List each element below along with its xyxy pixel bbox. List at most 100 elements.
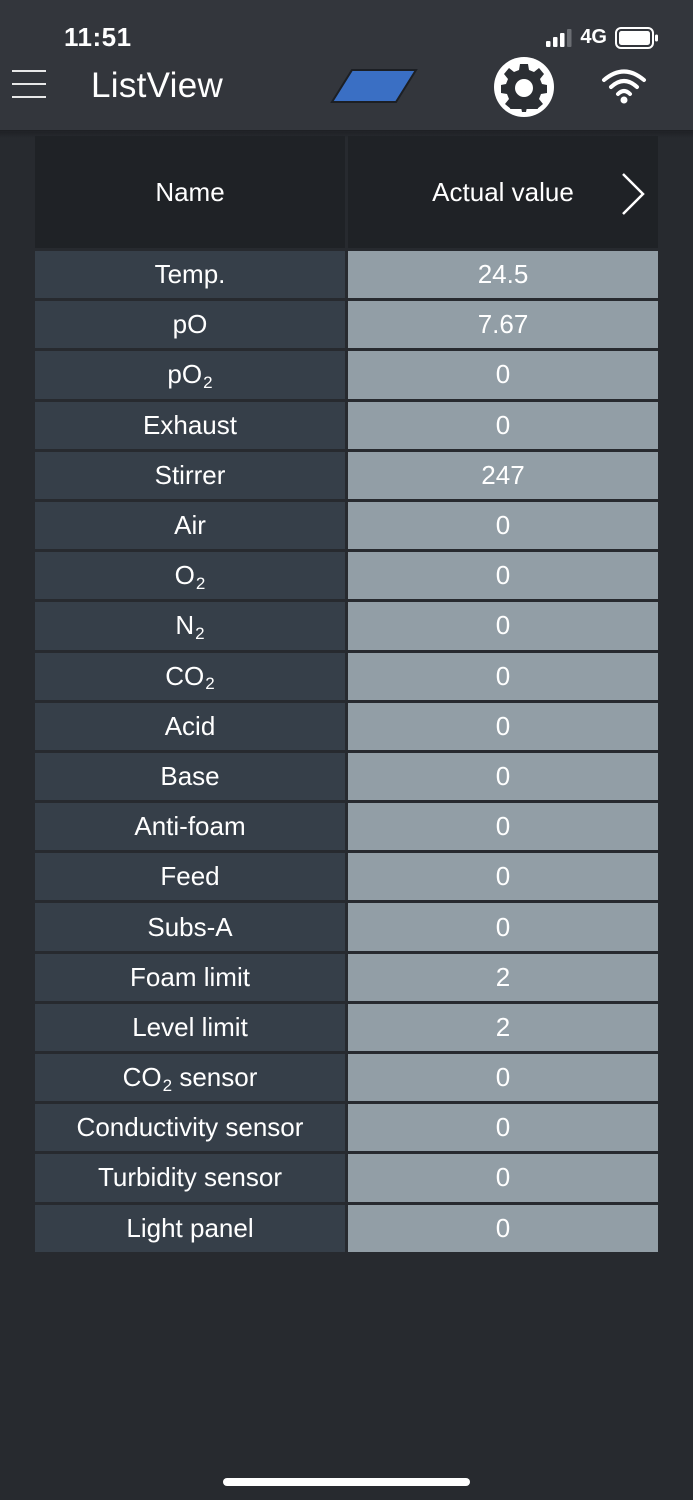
table-body: Temp. 24.5 pO 7.67 pO 2 0 Exhaust 0 Stirrer 247 Air… bbox=[35, 251, 658, 1252]
actual-value: 0 bbox=[348, 1154, 658, 1202]
column-header-name[interactable]: Name bbox=[35, 136, 345, 248]
parameter-name-text: N bbox=[175, 610, 195, 641]
parameter-name-text: Level limit bbox=[132, 1011, 248, 1042]
actual-value: 0 bbox=[348, 652, 658, 700]
table-row[interactable]: Anti-foam 0 bbox=[35, 803, 658, 851]
parameter-name-text: pO bbox=[167, 359, 203, 390]
parameter-name: O2 bbox=[35, 552, 345, 600]
parameter-name: CO 2 bbox=[35, 652, 345, 700]
network-type: 4G bbox=[580, 26, 607, 48]
screen: 11:51 4G ListView Name Actual value Temp… bbox=[0, 0, 693, 1500]
parameter-name: N2 bbox=[35, 602, 345, 650]
home-indicator[interactable] bbox=[223, 1478, 470, 1486]
actual-value: 0 bbox=[348, 903, 658, 951]
parameter-name: Light panel bbox=[35, 1204, 345, 1252]
actual-value: 0 bbox=[348, 853, 658, 901]
parameter-name: Turbidity sensor bbox=[35, 1154, 345, 1202]
actual-value: 0 bbox=[348, 552, 658, 600]
column-header-value[interactable]: Actual value bbox=[348, 136, 658, 248]
table-row[interactable]: Temp. 24.5 bbox=[35, 251, 658, 299]
parameter-name-text: Anti-foam bbox=[134, 811, 246, 842]
table-row[interactable]: Base 0 bbox=[35, 752, 658, 801]
parameter-name: Stirrer bbox=[35, 451, 345, 499]
parameter-name-text: Exhaust bbox=[143, 409, 237, 440]
actual-value: 0 bbox=[348, 1054, 658, 1102]
parameter-name-subscript: 2 bbox=[195, 573, 206, 593]
actual-value: 0 bbox=[348, 401, 658, 449]
table-header: Name Actual value bbox=[35, 136, 658, 248]
table-row[interactable]: Level limit 2 bbox=[35, 1003, 658, 1051]
parameter-name-suffix: sensor bbox=[172, 1062, 258, 1093]
status-indicators: 4G bbox=[546, 26, 659, 49]
actual-value: 0 bbox=[348, 501, 658, 550]
parameter-name-text: Subs-A bbox=[147, 911, 233, 942]
table-row[interactable]: Air 0 bbox=[35, 501, 658, 550]
table-row[interactable]: CO 2 sensor 0 bbox=[35, 1054, 658, 1102]
table-row[interactable]: pO 7.67 bbox=[35, 301, 658, 349]
actual-value: 24.5 bbox=[348, 251, 658, 299]
parameter-name: pO 2 bbox=[35, 351, 345, 399]
battery-icon bbox=[615, 26, 658, 49]
table-row[interactable]: Turbidity sensor 0 bbox=[35, 1154, 658, 1202]
parameter-name-text: Stirrer bbox=[154, 459, 226, 490]
parameter-name-subscript: 2 bbox=[195, 623, 205, 643]
table-row[interactable]: Acid 0 bbox=[35, 702, 658, 750]
parameter-name-text: Foam limit bbox=[130, 961, 250, 992]
table-row[interactable]: CO 2 0 bbox=[35, 652, 658, 700]
parameter-name-text: Conductivity sensor bbox=[76, 1112, 304, 1143]
table-row[interactable]: Light panel 0 bbox=[35, 1204, 658, 1252]
table-row[interactable]: Feed 0 bbox=[35, 853, 658, 901]
parameter-name: pO bbox=[35, 301, 345, 349]
parameter-name: Acid bbox=[35, 702, 345, 750]
table-row[interactable]: Subs-A 0 bbox=[35, 903, 658, 951]
parameter-name-subscript: 2 bbox=[203, 372, 213, 392]
parameter-name: Base bbox=[35, 752, 345, 801]
actual-value: 0 bbox=[348, 1104, 658, 1152]
parameter-name-text: CO bbox=[165, 660, 205, 691]
chevron-right-icon[interactable] bbox=[620, 172, 646, 216]
page-title: ListView bbox=[91, 66, 224, 105]
parameter-name: Foam limit bbox=[35, 953, 345, 1001]
table-row[interactable]: Exhaust 0 bbox=[35, 401, 658, 449]
actual-value: 0 bbox=[348, 602, 658, 650]
parameter-name: CO 2 sensor bbox=[35, 1054, 345, 1102]
status-time: 11:51 bbox=[64, 22, 132, 52]
parameter-name: Anti-foam bbox=[35, 803, 345, 851]
parameter-name-text: Acid bbox=[164, 710, 216, 741]
actual-value: 0 bbox=[348, 1204, 658, 1252]
parameter-name-text: Light panel bbox=[126, 1212, 254, 1243]
parameter-name-text: CO bbox=[122, 1062, 162, 1093]
parameter-name: Conductivity sensor bbox=[35, 1104, 345, 1152]
actual-value: 7.67 bbox=[348, 301, 658, 349]
cellular-signal-icon bbox=[546, 28, 572, 47]
wifi-icon[interactable] bbox=[601, 66, 647, 104]
table-row[interactable]: Foam limit 2 bbox=[35, 953, 658, 1001]
table-row[interactable]: Conductivity sensor 0 bbox=[35, 1104, 658, 1152]
parameter-name-text: Base bbox=[160, 760, 220, 791]
settings-icon[interactable] bbox=[493, 56, 555, 118]
parameter-name: Level limit bbox=[35, 1003, 345, 1051]
parameter-name-text: Feed bbox=[160, 861, 220, 892]
table-row[interactable]: Stirrer 247 bbox=[35, 451, 658, 499]
column-header-value-label: Actual value bbox=[432, 177, 574, 207]
actual-value: 0 bbox=[348, 803, 658, 851]
device-icon[interactable] bbox=[330, 68, 418, 104]
actual-value: 0 bbox=[348, 351, 658, 399]
actual-value: 2 bbox=[348, 1003, 658, 1051]
parameter-name-text: pO bbox=[172, 309, 208, 340]
menu-icon[interactable] bbox=[12, 68, 48, 100]
parameter-name-subscript: 2 bbox=[162, 1075, 173, 1095]
actual-value: 2 bbox=[348, 953, 658, 1001]
parameter-name-text: O bbox=[174, 560, 195, 591]
table-row[interactable]: O20 bbox=[35, 552, 658, 600]
parameter-name: Exhaust bbox=[35, 401, 345, 449]
table-row[interactable]: N20 bbox=[35, 602, 658, 650]
values-table: Name Actual value Temp. 24.5 pO 7.67 pO 2 0 Exh… bbox=[35, 136, 658, 1255]
actual-value: 0 bbox=[348, 702, 658, 750]
parameter-name: Air bbox=[35, 501, 345, 550]
parameter-name-text: Turbidity sensor bbox=[98, 1162, 282, 1193]
parameter-name-text: Temp. bbox=[154, 259, 226, 290]
parameter-name: Feed bbox=[35, 853, 345, 901]
table-row[interactable]: pO 2 0 bbox=[35, 351, 658, 399]
parameter-name: Temp. bbox=[35, 251, 345, 299]
